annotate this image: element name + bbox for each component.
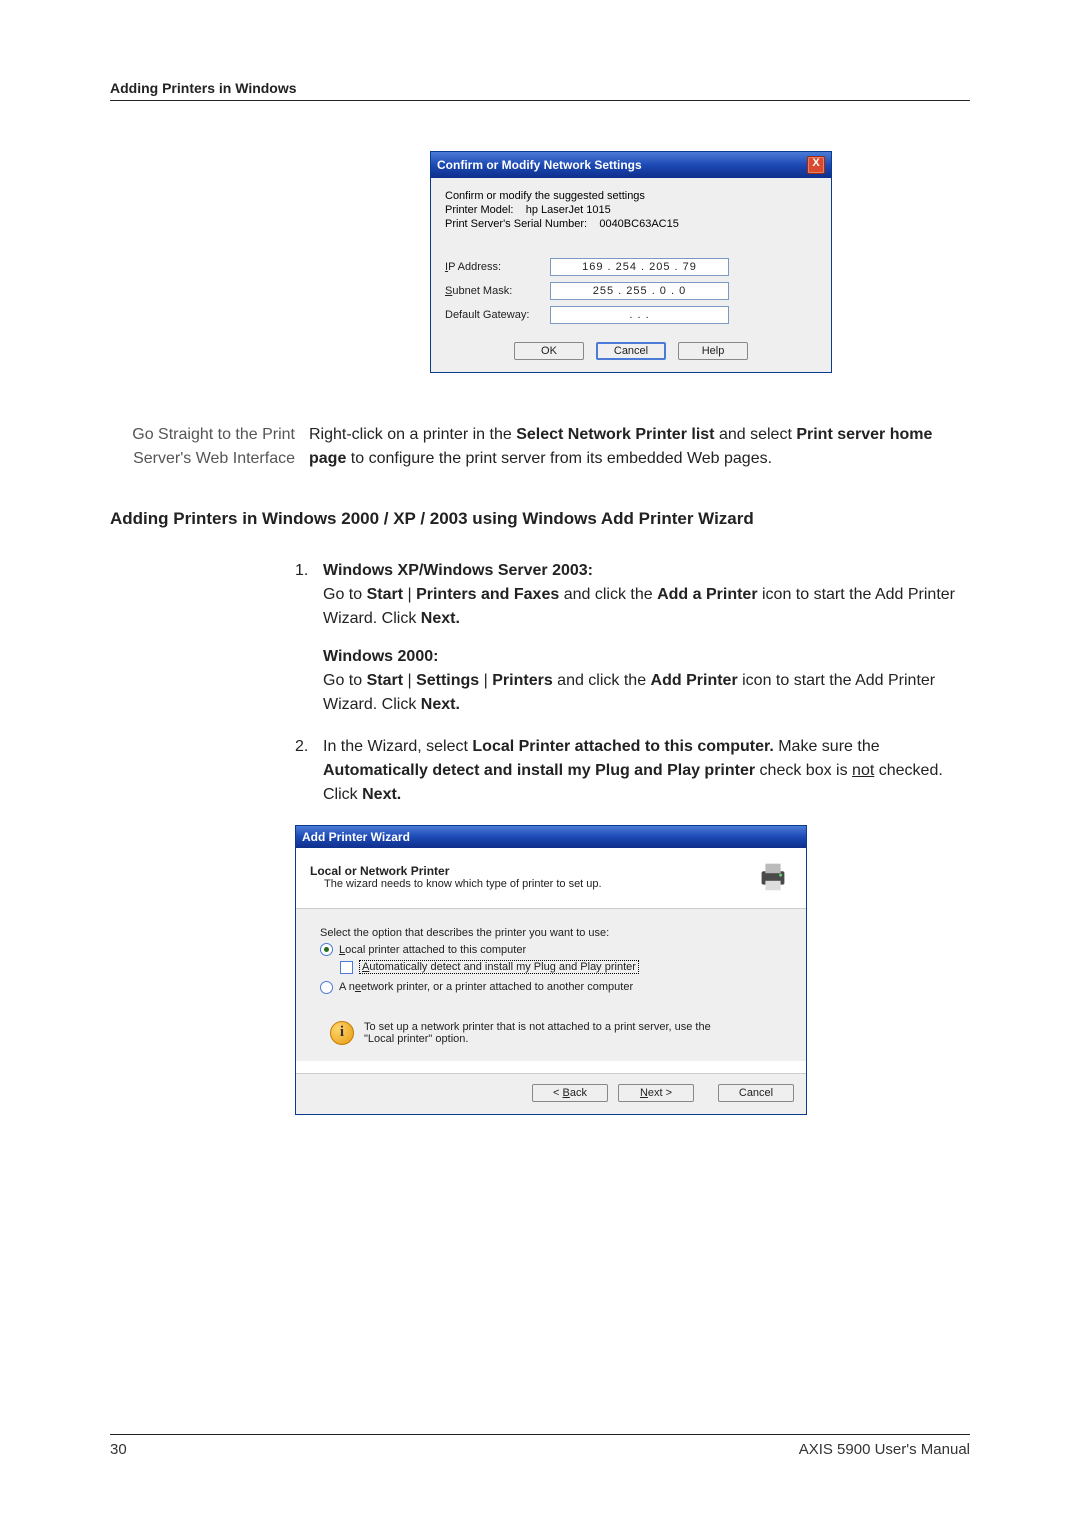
ok-button[interactable]: OK <box>514 342 584 360</box>
checkbox-icon <box>340 961 353 974</box>
serial-value: 0040BC63AC15 <box>599 218 679 230</box>
printer-model-label: Printer Model: <box>445 204 513 216</box>
select-prompt: Select the option that describes the pri… <box>320 927 786 939</box>
cancel-button[interactable]: Cancel <box>718 1084 794 1102</box>
printer-model-row: Printer Model: hp LaserJet 1015 <box>445 204 817 216</box>
ip-address-input[interactable]: 169 . 254 . 205 . 79 <box>550 258 729 276</box>
next-button[interactable]: Next > <box>618 1084 694 1102</box>
step2-body: In the Wizard, select Local Printer atta… <box>323 735 970 807</box>
dialog-title: Confirm or Modify Network Settings <box>437 158 642 172</box>
default-gateway-input[interactable]: . . . <box>550 306 729 324</box>
subnet-mask-label: Subnet Mask: <box>445 285 550 297</box>
banner-title: Local or Network Printer <box>310 864 602 878</box>
dialog-title: Add Printer Wizard <box>302 830 410 844</box>
banner-subtitle: The wizard needs to know which type of p… <box>324 878 602 890</box>
info-icon: i <box>330 1021 354 1045</box>
step-number: 2. <box>295 735 323 807</box>
radio-icon <box>320 981 333 994</box>
dialog-titlebar: Add Printer Wizard <box>296 826 806 848</box>
step1-body-xp: Go to Start | Printers and Faxes and cli… <box>323 583 970 631</box>
serial-label: Print Server's Serial Number: <box>445 218 587 230</box>
dialog-titlebar: Confirm or Modify Network Settings X <box>431 152 831 178</box>
step1-subhead-xp: Windows XP/Windows Server 2003: <box>323 559 970 583</box>
step-number: 1. <box>295 559 323 717</box>
network-printer-label: A neetwork printer, or a printer attache… <box>339 981 633 993</box>
page-header: Adding Printers in Windows <box>110 80 970 101</box>
radio-icon <box>320 943 333 956</box>
auto-detect-checkbox[interactable]: Automatically detect and install my Plug… <box>340 960 639 974</box>
step1-subhead-2000: Windows 2000: <box>323 645 970 669</box>
help-button[interactable]: Help <box>678 342 748 360</box>
local-printer-label: Local printer attached to this computer <box>339 944 526 956</box>
default-gateway-label: Default Gateway: <box>445 309 550 321</box>
section-side-label: Go Straight to the Print Server's Web In… <box>110 423 309 471</box>
step1-body-2000: Go to Start | Settings | Printers and cl… <box>323 669 970 717</box>
section-heading: Adding Printers in Windows 2000 / XP / 2… <box>110 509 970 529</box>
add-printer-wizard-dialog: Add Printer Wizard Local or Network Prin… <box>295 825 807 1115</box>
info-text: To set up a network printer that is not … <box>364 1021 714 1045</box>
step-2: 2. In the Wizard, select Local Printer a… <box>295 735 970 807</box>
network-printer-radio[interactable]: A neetwork printer, or a printer attache… <box>320 981 633 994</box>
page-number: 30 <box>110 1441 127 1458</box>
subnet-mask-input[interactable]: 255 . 255 . 0 . 0 <box>550 282 729 300</box>
footer-manual-title: AXIS 5900 User's Manual <box>799 1441 970 1458</box>
serial-row: Print Server's Serial Number: 0040BC63AC… <box>445 218 817 230</box>
ip-address-label: IP Address: <box>445 261 550 273</box>
auto-detect-label: Automatically detect and install my Plug… <box>359 960 639 974</box>
network-settings-dialog: Confirm or Modify Network Settings X Con… <box>430 151 832 373</box>
printer-icon <box>754 858 792 896</box>
printer-model-value: hp LaserJet 1015 <box>526 204 611 216</box>
cancel-button[interactable]: Cancel <box>596 342 666 360</box>
back-button[interactable]: < Back <box>532 1084 608 1102</box>
section-body: Right-click on a printer in the Select N… <box>309 423 970 471</box>
local-printer-radio[interactable]: Local printer attached to this computer <box>320 943 526 956</box>
dialog-intro: Confirm or modify the suggested settings <box>445 190 817 202</box>
step-1: 1. Windows XP/Windows Server 2003: Go to… <box>295 559 970 717</box>
close-icon[interactable]: X <box>807 156 825 174</box>
